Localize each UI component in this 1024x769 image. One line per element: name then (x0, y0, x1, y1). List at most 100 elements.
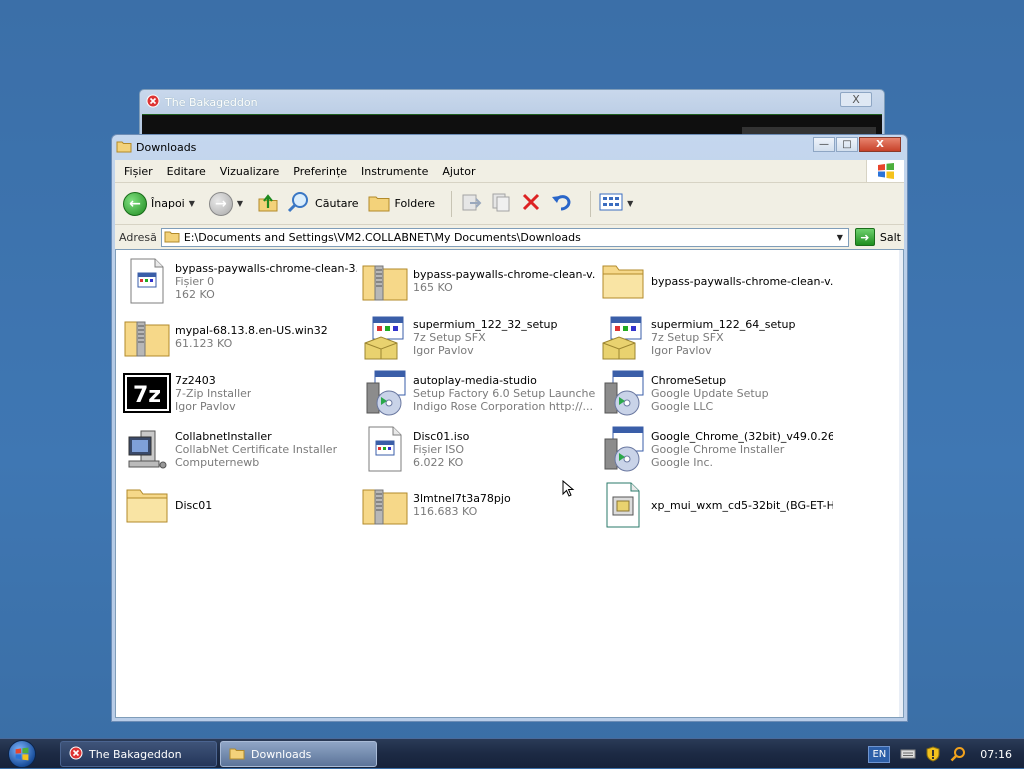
taskbar-button-bakageddon[interactable]: The Bakageddon (60, 741, 217, 767)
file-item[interactable]: bypass-paywalls-chrome-clean-v... (598, 256, 833, 306)
system-tray: EN 07:16 (868, 739, 1024, 769)
file-name: supermium_122_64_setup (651, 317, 796, 331)
folders-label: Foldere (394, 197, 436, 210)
address-path: E:\Documents and Settings\VM2.COLLABNET\… (183, 230, 581, 244)
menu-bar: Fișier Editare Vizualizare Preferințe In… (115, 160, 904, 183)
file-item-text: 7z2403 7-Zip Installer Igor Pavlov (175, 374, 251, 413)
file-name: 7z2403 (175, 373, 216, 387)
address-label: Adresă (119, 230, 157, 244)
folder-icon (116, 139, 132, 156)
start-button[interactable] (8, 740, 36, 768)
copy-to-button[interactable] (490, 191, 512, 216)
back-dropdown-icon[interactable]: ▼ (189, 199, 195, 208)
file-name: bypass-paywalls-chrome-clean-3.... (175, 261, 357, 275)
menu-tools[interactable]: Instrumente (360, 163, 429, 180)
folder-icon (229, 746, 245, 763)
forward-arrow-icon: → (208, 191, 233, 216)
clock[interactable]: 07:16 (980, 748, 1012, 761)
window-title: Downloads (136, 140, 197, 154)
setup-cd-icon (598, 368, 648, 418)
file-item[interactable]: supermium_122_64_setup 7z Setup SFX Igor… (598, 312, 833, 362)
file-publisher: Igor Pavlov (413, 343, 474, 357)
file-item[interactable]: Disc01.iso Fișier ISO 6.022 KO (360, 424, 595, 474)
background-window-titlebar[interactable]: The Bakageddon X (140, 90, 884, 114)
file-publisher: Computernewb (175, 455, 260, 469)
file-item[interactable]: bypass-paywalls-chrome-clean-v... 165 KO (360, 256, 595, 306)
background-window-close-button[interactable]: X (840, 92, 872, 107)
menu-favorites[interactable]: Preferințe (292, 163, 348, 180)
file-publisher: Indigo Rose Corporation http://... (413, 399, 594, 413)
forward-button[interactable]: → ▼ (208, 191, 249, 216)
file-size: 61.123 KO (175, 337, 233, 350)
address-dropdown-icon[interactable]: ▼ (832, 229, 848, 246)
file-item[interactable]: ChromeSetup Google Update Setup Google L… (598, 368, 833, 418)
address-input[interactable]: E:\Documents and Settings\VM2.COLLABNET\… (160, 227, 849, 247)
undo-button[interactable] (550, 191, 574, 216)
views-icon (599, 192, 623, 215)
file-item[interactable]: supermium_122_32_setup 7z Setup SFX Igor… (360, 312, 595, 362)
close-button[interactable]: X (859, 137, 901, 152)
search-button[interactable]: Căutare (287, 190, 359, 217)
go-button[interactable]: ➜ Salt (854, 228, 901, 246)
security-shield-icon[interactable] (926, 746, 940, 762)
error-icon (146, 94, 160, 111)
folder-icon (122, 480, 172, 530)
go-label: Salt (879, 230, 901, 244)
file-item[interactable]: Disc01 (122, 480, 357, 530)
file-item[interactable]: mypal-68.13.8.en-US.win32 61.123 KO (122, 312, 357, 362)
delete-button[interactable] (520, 191, 542, 216)
scrollbar[interactable] (899, 250, 903, 717)
file-type: 7-Zip Installer (175, 386, 252, 400)
file-item-text: 3lmtnel7t3a78pjo 116.683 KO (413, 492, 511, 518)
search-icon[interactable] (950, 746, 966, 762)
menu-edit[interactable]: Editare (166, 163, 207, 180)
file-item-text: bypass-paywalls-chrome-clean-v... 165 KO (413, 268, 595, 294)
folders-button[interactable]: Foldere (367, 191, 436, 216)
file-size: 162 KO (175, 287, 215, 301)
keyboard-icon[interactable] (900, 748, 916, 760)
file-item-text: Google_Chrome_(32bit)_v49.0.26... Google… (651, 430, 833, 469)
taskbar: The Bakageddon Downloads EN 07:16 (0, 738, 1024, 768)
views-button[interactable]: ▼ (599, 192, 639, 215)
file-item[interactable]: CollabnetInstaller CollabNet Certificate… (122, 424, 357, 474)
file-type: Google Chrome Installer (651, 442, 785, 456)
file-type: Fișier ISO (413, 442, 465, 456)
menu-file[interactable]: Fișier (123, 163, 154, 180)
file-type: CollabNet Certificate Installer (175, 442, 338, 456)
file-name: CollabnetInstaller (175, 429, 272, 443)
file-list[interactable]: bypass-paywalls-chrome-clean-3.... Fișie… (115, 249, 904, 718)
file-item-text: Disc01 (175, 499, 212, 512)
file-name: autoplay-media-studio (413, 373, 537, 387)
file-item[interactable]: 3lmtnel7t3a78pjo 116.683 KO (360, 480, 595, 530)
windows-logo-icon (866, 160, 904, 182)
minimize-button[interactable]: — (813, 137, 835, 152)
file-item[interactable]: bypass-paywalls-chrome-clean-3.... Fișie… (122, 256, 357, 306)
delete-icon (520, 191, 542, 216)
menu-view[interactable]: Vizualizare (219, 163, 281, 180)
file-name: bypass-paywalls-chrome-clean-v... (651, 274, 833, 288)
taskbar-button-downloads[interactable]: Downloads (220, 741, 377, 767)
installer-icon (598, 312, 648, 362)
setup-cd-icon (598, 424, 648, 474)
back-button[interactable]: ← Înapoi ▼ (123, 191, 201, 216)
move-to-button[interactable] (460, 191, 482, 216)
menu-help[interactable]: Ajutor (441, 163, 476, 180)
taskbar-button-label: The Bakageddon (89, 747, 182, 761)
forward-dropdown-icon[interactable]: ▼ (237, 199, 243, 208)
file-item[interactable]: Google_Chrome_(32bit)_v49.0.26... Google… (598, 424, 833, 474)
file-item[interactable]: xp_mui_wxm_cd5-32bit_(BG-ET-H... (598, 480, 833, 530)
file-type: Setup Factory 6.0 Setup Launcher (413, 386, 595, 400)
explorer-titlebar[interactable]: Downloads — □ X (112, 135, 907, 159)
views-dropdown-icon[interactable]: ▼ (627, 199, 633, 208)
file-type: Fișier 0 (175, 274, 215, 288)
maximize-button[interactable]: □ (836, 137, 858, 152)
folder-icon (598, 256, 648, 306)
zip-folder-icon (360, 256, 410, 306)
generic-file-icon (122, 256, 172, 306)
file-size: 165 KO (413, 281, 453, 294)
file-item-text: supermium_122_64_setup 7z Setup SFX Igor… (651, 318, 796, 357)
file-item[interactable]: 7z 7z2403 7-Zip Installer Igor Pavlov (122, 368, 357, 418)
up-folder-button[interactable] (257, 191, 279, 216)
file-item[interactable]: autoplay-media-studio Setup Factory 6.0 … (360, 368, 595, 418)
language-indicator[interactable]: EN (868, 745, 891, 763)
